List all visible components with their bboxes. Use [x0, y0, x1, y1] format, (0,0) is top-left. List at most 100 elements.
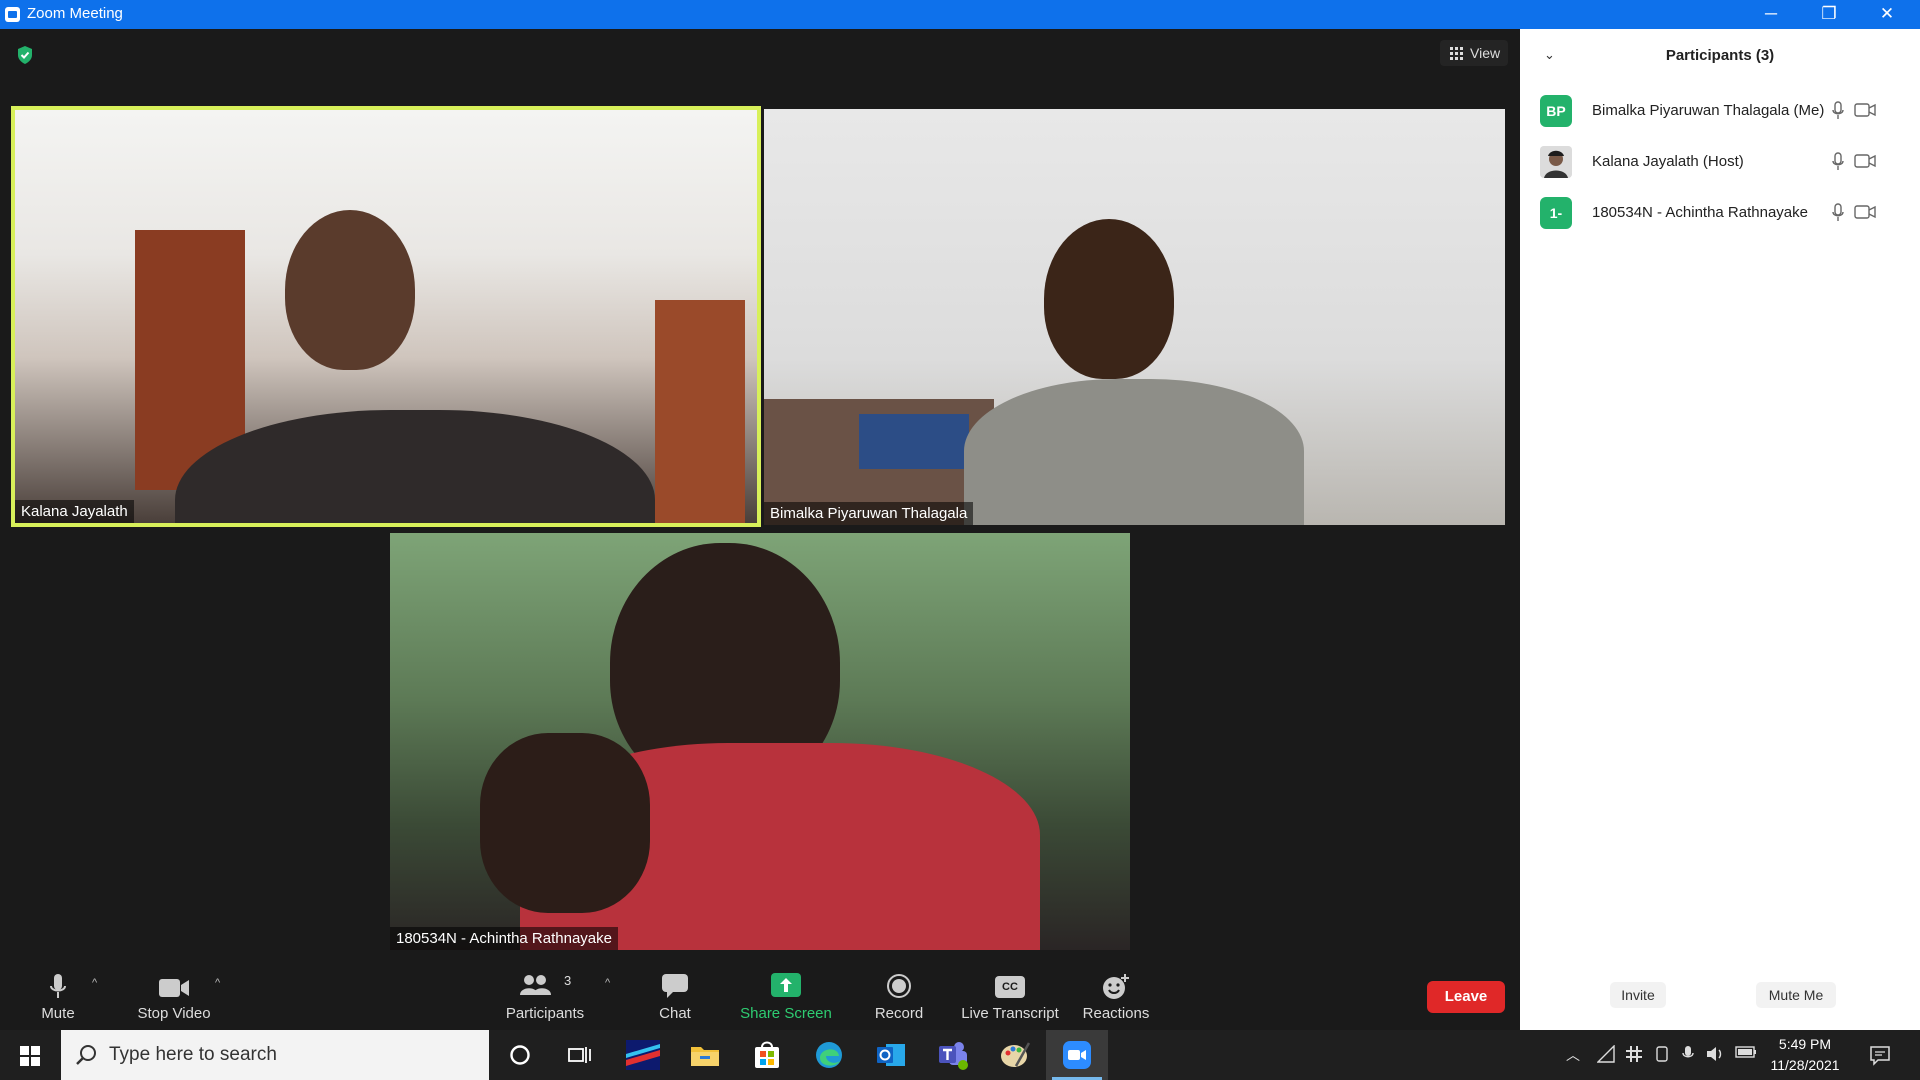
taskbar-app-edge[interactable] [798, 1030, 860, 1080]
audio-options-caret-icon[interactable]: ^ [92, 977, 97, 989]
person-arm [480, 733, 650, 913]
chat-button[interactable]: Chat [640, 963, 710, 1030]
participants-count: 3 [564, 973, 572, 988]
tile-name-label: Kalana Jayalath [15, 500, 134, 523]
avatar: BP [1540, 95, 1572, 127]
clock-date: 11/28/2021 [1770, 1057, 1840, 1073]
cortana-button[interactable] [489, 1030, 551, 1080]
notification-center-icon[interactable] [1869, 1044, 1891, 1066]
microphone-icon[interactable] [1832, 203, 1844, 223]
view-button[interactable]: View [1440, 40, 1508, 66]
task-view-button[interactable] [549, 1030, 611, 1080]
taskbar-search-box[interactable]: Type here to search [61, 1030, 489, 1080]
record-icon [887, 974, 911, 998]
share-screen-icon [771, 973, 801, 997]
taskbar-app-teams[interactable] [922, 1030, 984, 1080]
video-camera-icon[interactable] [1854, 154, 1876, 168]
person-head [285, 210, 415, 370]
close-button[interactable]: ✕ [1864, 0, 1910, 29]
window-title: Zoom Meeting [27, 5, 123, 22]
game-app-icon [626, 1040, 660, 1070]
stop-video-button[interactable]: Stop Video [124, 963, 224, 1030]
cortana-circle-icon [510, 1045, 530, 1065]
mute-me-button[interactable]: Mute Me [1756, 982, 1836, 1008]
microphone-icon[interactable] [1832, 101, 1844, 121]
task-view-icon [568, 1047, 591, 1063]
microsoft-store-icon [755, 1041, 779, 1068]
reactions-smiley-icon [1103, 974, 1129, 999]
profile-photo-icon [1540, 146, 1572, 178]
participants-panel: ⌄ Participants (3) BP Bimalka Piyaruwan … [1520, 29, 1920, 1030]
video-camera-icon [159, 979, 189, 997]
books [859, 414, 969, 469]
windows-start-icon[interactable] [20, 1046, 40, 1066]
video-tile-bimalka[interactable]: Bimalka Piyaruwan Thalagala [764, 109, 1505, 525]
video-camera-icon[interactable] [1854, 103, 1876, 117]
microphone-tray-icon[interactable] [1682, 1045, 1694, 1063]
participant-row[interactable]: Kalana Jayalath (Host) [1540, 142, 1904, 182]
meeting-toolbar: Mute ^ Stop Video ^ 3 Participants ^ Cha… [0, 963, 1520, 1030]
network-wifi-icon[interactable] [1597, 1045, 1615, 1063]
view-label: View [1470, 45, 1501, 61]
taskbar-app-game[interactable] [612, 1030, 674, 1080]
person-body [964, 379, 1304, 525]
taskbar-app-outlook[interactable] [860, 1030, 922, 1080]
avatar: 1- [1540, 197, 1572, 229]
chat-label: Chat [659, 1005, 691, 1022]
search-icon [76, 1045, 96, 1065]
show-hidden-icons-chevron-icon[interactable]: ︿ [1566, 1045, 1580, 1065]
teams-icon [939, 1042, 968, 1070]
participants-label: Participants [505, 1005, 585, 1022]
stop-video-label: Stop Video [137, 1005, 211, 1022]
reactions-button[interactable]: Reactions [1076, 963, 1156, 1030]
device-icon[interactable] [1653, 1045, 1671, 1063]
edge-browser-icon [816, 1042, 842, 1068]
reactions-label: Reactions [1082, 1005, 1150, 1022]
person-body [175, 410, 655, 523]
volume-icon[interactable] [1705, 1045, 1725, 1063]
participants-button[interactable]: 3 Participants [500, 963, 590, 1030]
live-transcript-label: Live Transcript [961, 1005, 1059, 1022]
participant-row[interactable]: BP Bimalka Piyaruwan Thalagala (Me) [1540, 91, 1904, 131]
zoom-window: Zoom Meeting ─ ❐ ✕ View Kalana Jayalath [0, 0, 1920, 1080]
video-tile-achintha[interactable]: 180534N - Achintha Rathnayake [390, 533, 1130, 950]
record-label: Record [874, 1005, 924, 1022]
leave-button[interactable]: Leave [1427, 981, 1505, 1013]
video-tile-kalana[interactable]: Kalana Jayalath [11, 106, 761, 527]
taskbar-app-zoom[interactable] [1046, 1030, 1108, 1080]
mute-button[interactable]: Mute [18, 963, 98, 1030]
live-transcript-button[interactable]: CC Live Transcript [955, 963, 1065, 1030]
encryption-shield-icon[interactable] [16, 45, 34, 65]
minimize-button[interactable]: ─ [1748, 0, 1794, 29]
participants-panel-title: Participants (3) [1665, 47, 1775, 64]
restore-button[interactable]: ❐ [1806, 0, 1852, 29]
video-camera-icon[interactable] [1854, 205, 1876, 219]
participant-name: Kalana Jayalath (Host) [1592, 153, 1744, 170]
slack-icon[interactable] [1625, 1045, 1643, 1063]
video-options-caret-icon[interactable]: ^ [215, 977, 220, 989]
tile-name-label: Bimalka Piyaruwan Thalagala [764, 502, 974, 525]
participant-row[interactable]: 1- 180534N - Achintha Rathnayake [1540, 193, 1904, 233]
paint-palette-icon [1001, 1042, 1030, 1067]
tile-name-label: 180534N - Achintha Rathnayake [390, 927, 618, 950]
taskbar-clock[interactable]: 5:49 PM 11/28/2021 [1765, 1034, 1845, 1076]
closed-caption-icon: CC [995, 976, 1025, 998]
participant-name: 180534N - Achintha Rathnayake [1592, 204, 1808, 221]
zoom-app-icon [1063, 1041, 1091, 1069]
battery-icon[interactable] [1735, 1045, 1757, 1059]
participants-caret-icon[interactable]: ^ [605, 977, 610, 989]
taskbar-app-store[interactable] [736, 1030, 798, 1080]
microphone-icon [50, 974, 66, 998]
record-button[interactable]: Record [864, 963, 934, 1030]
taskbar-app-paint[interactable] [984, 1030, 1046, 1080]
zoom-app-icon [5, 7, 20, 22]
participants-icon [520, 975, 551, 995]
search-placeholder: Type here to search [109, 1044, 277, 1065]
participant-name: Bimalka Piyaruwan Thalagala (Me) [1592, 102, 1825, 119]
invite-button[interactable]: Invite [1610, 982, 1666, 1008]
taskbar-app-file-explorer[interactable] [674, 1030, 736, 1080]
avatar [1540, 146, 1572, 178]
microphone-icon[interactable] [1832, 152, 1844, 172]
windows-taskbar: Type here to search ︿ 5:49 PM 11/28/2021 [0, 1030, 1920, 1080]
share-screen-button[interactable]: Share Screen [736, 963, 836, 1030]
